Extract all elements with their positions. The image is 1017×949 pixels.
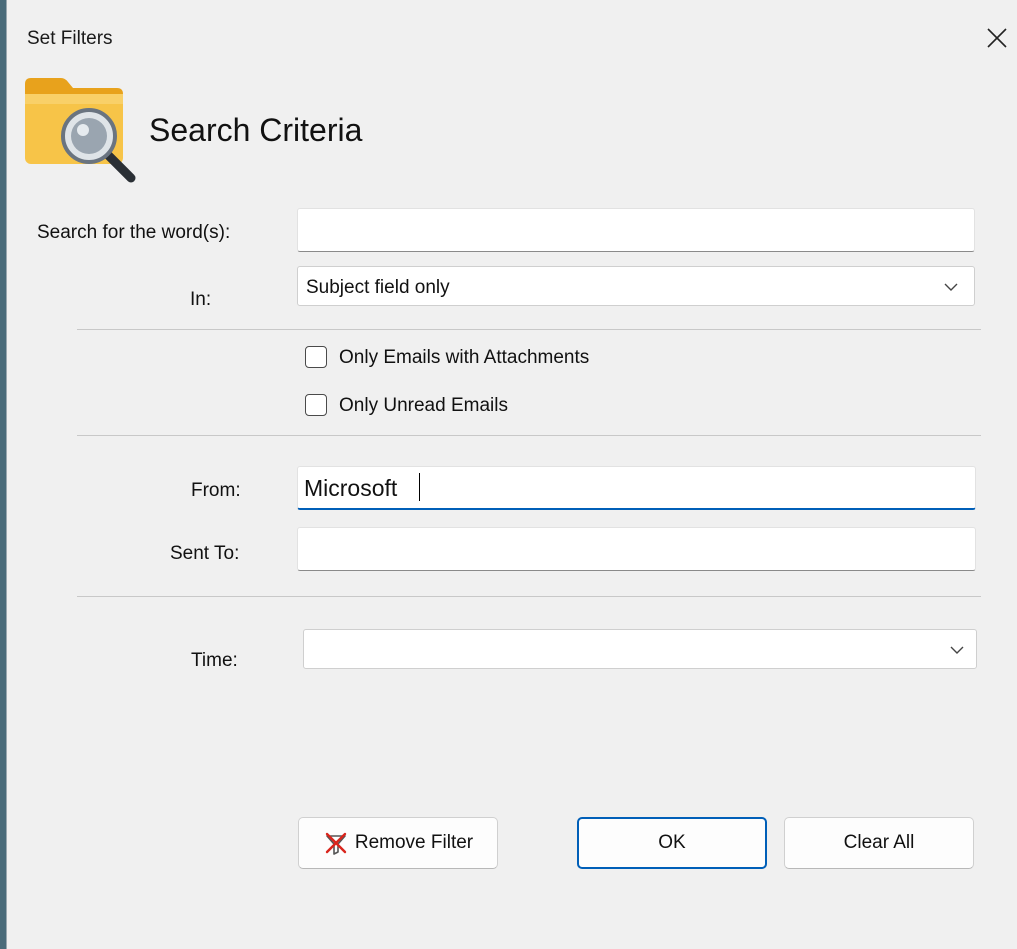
in-select[interactable]: Subject field only bbox=[297, 266, 975, 306]
ok-button[interactable]: OK bbox=[577, 817, 767, 869]
remove-filter-button[interactable]: Remove Filter bbox=[298, 817, 498, 869]
clear-all-button[interactable]: Clear All bbox=[784, 817, 974, 869]
divider-3 bbox=[77, 596, 981, 597]
set-filters-dialog: Set Filters Search Criteria Search for t… bbox=[6, 0, 1017, 949]
folder-search-icon bbox=[25, 78, 136, 183]
unread-checkbox[interactable] bbox=[305, 394, 327, 416]
from-label: From: bbox=[191, 480, 241, 501]
close-button[interactable] bbox=[979, 20, 1015, 56]
in-select-value: Subject field only bbox=[306, 277, 450, 298]
attachments-label[interactable]: Only Emails with Attachments bbox=[339, 347, 589, 369]
section-title: Search Criteria bbox=[149, 112, 363, 148]
search-label: Search for the word(s): bbox=[37, 222, 231, 243]
text-caret bbox=[419, 473, 420, 501]
in-label: In: bbox=[190, 289, 212, 310]
from-input[interactable]: Microsoft bbox=[297, 466, 976, 510]
chevron-down-icon bbox=[944, 283, 958, 291]
divider-2 bbox=[77, 435, 981, 436]
remove-filter-icon bbox=[325, 832, 347, 855]
unread-label[interactable]: Only Unread Emails bbox=[339, 395, 508, 417]
sent-to-input[interactable] bbox=[297, 527, 976, 571]
time-label: Time: bbox=[191, 650, 238, 671]
close-icon bbox=[987, 28, 1007, 48]
remove-filter-label: Remove Filter bbox=[354, 832, 474, 853]
attachments-checkbox[interactable] bbox=[305, 346, 327, 368]
title-bar: Set Filters bbox=[7, 0, 1017, 78]
from-input-value: Microsoft bbox=[304, 475, 398, 501]
sent-to-label: Sent To: bbox=[170, 543, 240, 564]
ok-label: OK bbox=[658, 832, 686, 853]
divider-1 bbox=[77, 329, 981, 330]
time-select[interactable] bbox=[303, 629, 977, 669]
clear-all-label: Clear All bbox=[843, 832, 915, 853]
chevron-down-icon bbox=[950, 646, 964, 654]
window-title: Set Filters bbox=[27, 28, 113, 49]
search-input[interactable] bbox=[297, 208, 975, 252]
